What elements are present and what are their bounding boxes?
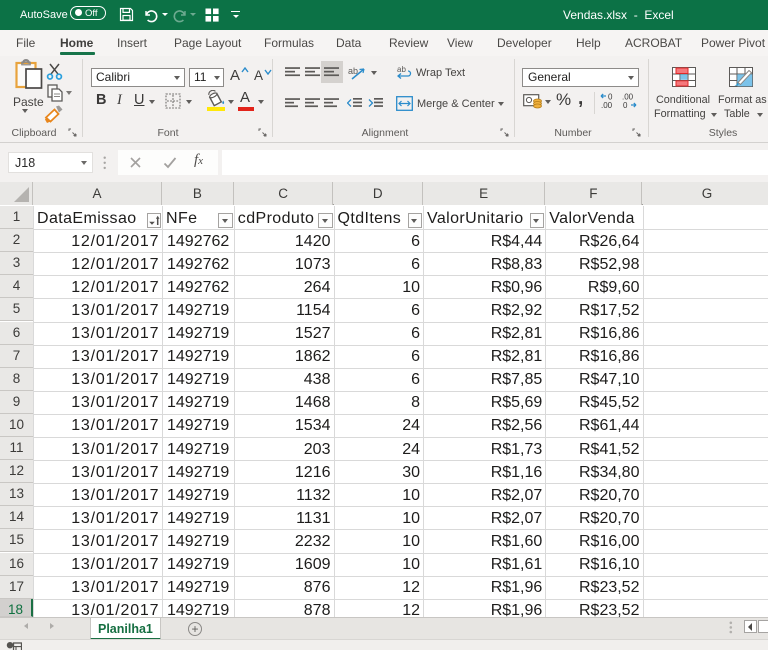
svg-text:ab: ab: [397, 65, 406, 74]
svg-text:0: 0: [623, 101, 628, 110]
svg-text:.00: .00: [601, 101, 613, 110]
